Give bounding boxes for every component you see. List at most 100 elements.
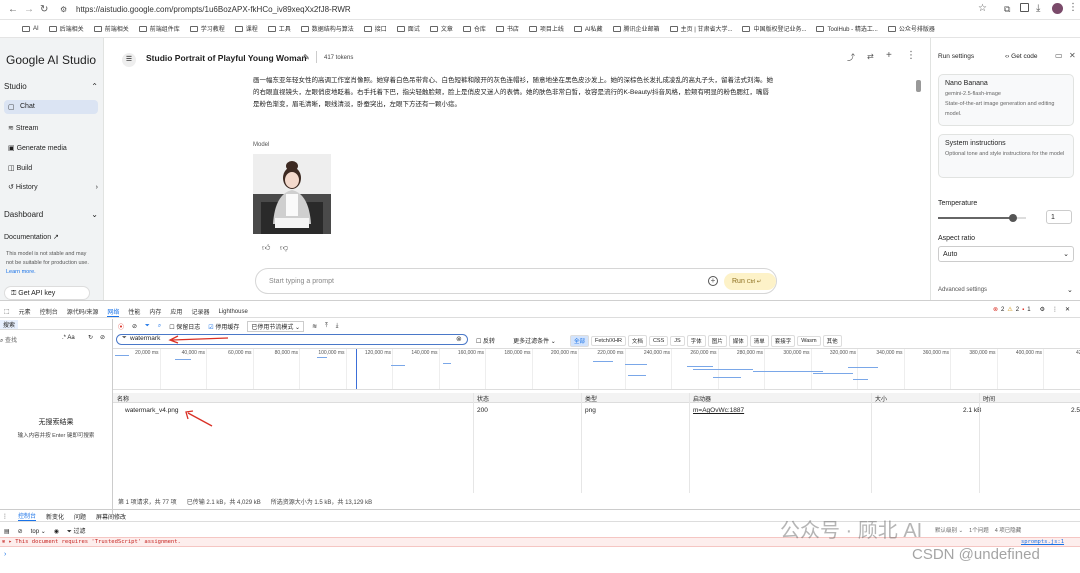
devtools-tab[interactable]: 控制台 bbox=[40, 307, 58, 316]
disable-cache-checkbox[interactable]: ☑ 停用缓存 bbox=[208, 322, 239, 331]
chat-bubble-icon[interactable]: ▭ bbox=[1055, 51, 1063, 60]
sidebar-item-build[interactable]: ◫ Build bbox=[8, 164, 32, 172]
column-header[interactable]: 大小 bbox=[875, 394, 887, 403]
type-filter-chip[interactable]: JS bbox=[670, 336, 685, 346]
record-icon[interactable]: ⦿ bbox=[118, 322, 124, 331]
invert-checkbox[interactable]: ☐ 反转 bbox=[476, 336, 495, 345]
bookmark-item[interactable]: 前端组件库 bbox=[138, 24, 180, 33]
throttle-select[interactable]: 已停用节流模式 ⌄ bbox=[247, 321, 305, 332]
devtools-tab[interactable]: 内存 bbox=[149, 307, 161, 316]
devtools-tab[interactable]: 网络 bbox=[107, 307, 120, 317]
sidebar-item-history[interactable]: ↺ History › bbox=[8, 183, 98, 192]
filter-icon[interactable]: ⏷ 过滤 bbox=[67, 526, 85, 536]
scrollbar-thumb[interactable] bbox=[916, 80, 921, 92]
get-api-key-button[interactable]: ⚿ Get API key bbox=[4, 286, 90, 300]
console-prompt[interactable]: › bbox=[4, 551, 6, 558]
devtools-counters[interactable]: ⊗ 2 ⚠ 2 ▪ 1 ⚙ ⋮ ✕ bbox=[993, 306, 1070, 314]
type-filter-chip[interactable]: 文档 bbox=[627, 335, 647, 347]
sidepanel-icon[interactable] bbox=[1020, 3, 1029, 12]
eye-icon[interactable]: ◉ bbox=[54, 528, 59, 535]
bookmark-item[interactable]: 书店 bbox=[495, 24, 519, 33]
bookmark-item[interactable]: 面试 bbox=[396, 24, 420, 33]
type-filter-chip[interactable]: 其他 bbox=[822, 335, 842, 347]
bookmark-item[interactable]: 后端相关 bbox=[48, 24, 84, 33]
console-source-link[interactable]: sprompts.js:1 bbox=[1021, 539, 1064, 545]
type-filter-chip[interactable]: 套接字 bbox=[770, 335, 796, 347]
type-filter-chip[interactable]: 字体 bbox=[686, 335, 706, 347]
close-icon[interactable]: ✕ bbox=[1069, 51, 1076, 60]
bookmark-item[interactable]: AI私藏 bbox=[573, 24, 603, 33]
edit-title-icon[interactable]: ✎ bbox=[303, 53, 310, 62]
add-media-icon[interactable]: + bbox=[708, 276, 718, 286]
aspect-ratio-select[interactable]: Auto ⌄ bbox=[938, 246, 1074, 262]
site-info-icon[interactable]: ⚙ bbox=[60, 5, 67, 14]
clear-log-icon[interactable]: ⊘ bbox=[132, 323, 137, 330]
wifi-icon[interactable]: ≋ bbox=[312, 323, 317, 330]
thumbs-down-icon[interactable]: 👎︎ bbox=[280, 243, 288, 253]
devtools-tab[interactable]: 应用 bbox=[170, 307, 182, 316]
address-bar[interactable]: https://aistudio.google.com/prompts/1u6B… bbox=[76, 5, 351, 14]
temperature-slider-thumb[interactable] bbox=[1008, 214, 1017, 222]
devtools-tab[interactable]: 记录器 bbox=[191, 307, 209, 316]
type-filter-chip[interactable]: CSS bbox=[648, 336, 669, 346]
bookmark-item[interactable]: 数据结构与算法 bbox=[300, 24, 354, 33]
learn-more-link[interactable]: Learn more. bbox=[6, 269, 36, 275]
thumbs-up-icon[interactable]: 👍︎ bbox=[262, 243, 270, 253]
search-icon[interactable]: ⌕ bbox=[158, 323, 161, 330]
type-filter-chip[interactable]: 清单 bbox=[749, 335, 769, 347]
sidebar-toggle-icon[interactable]: ▤ bbox=[4, 528, 10, 535]
star-icon[interactable]: ☆ bbox=[978, 3, 987, 14]
type-filter-chip[interactable]: Wasm bbox=[797, 336, 821, 346]
export-icon[interactable]: ⤓ bbox=[336, 323, 339, 330]
sidebar-item-chat[interactable]: ▢ Chat bbox=[4, 100, 98, 114]
prompt-input[interactable]: Start typing a prompt + Run Ctrl ↵ bbox=[255, 268, 777, 294]
bookmark-item[interactable]: 学习教程 bbox=[189, 24, 225, 33]
column-header[interactable]: 名称 bbox=[117, 394, 129, 403]
devtools-tab[interactable]: 源代码/来源 bbox=[67, 307, 99, 316]
new-chat-icon[interactable]: + bbox=[886, 50, 892, 61]
bookmark-item[interactable]: 课程 bbox=[234, 24, 258, 33]
studio-section[interactable]: Studio ⌃ bbox=[4, 82, 98, 91]
devtools-tab[interactable]: 性能 bbox=[128, 307, 140, 316]
compare-icon[interactable]: ⇄ bbox=[867, 52, 874, 61]
column-header[interactable]: 状态 bbox=[477, 394, 489, 403]
menu-icon[interactable]: ⋮ bbox=[1068, 2, 1078, 13]
table-row[interactable]: watermark_v4.png 200 png m=AgOvWc:1887 2.1 k… bbox=[113, 405, 1080, 417]
more-icon[interactable]: ⋮ bbox=[1052, 306, 1058, 313]
type-filter-chip[interactable]: Fetch/XHR bbox=[591, 336, 626, 346]
inspect-icon[interactable]: ⬚ bbox=[4, 308, 10, 315]
more-filters-select[interactable]: 更多过滤条件 ⌄ bbox=[513, 336, 556, 345]
toggle-sidebar-icon[interactable]: ☰ bbox=[122, 53, 136, 67]
import-icon[interactable]: ⤒ bbox=[325, 323, 328, 330]
forward-icon[interactable]: → bbox=[24, 4, 34, 15]
bookmark-item[interactable]: 仓库 bbox=[462, 24, 486, 33]
documentation-link[interactable]: Documentation ↗ bbox=[4, 233, 59, 241]
column-header[interactable]: 启动器 bbox=[693, 394, 711, 403]
regex-icon[interactable]: .* Aa bbox=[62, 335, 75, 341]
download-icon[interactable]: ⤓ bbox=[1036, 3, 1040, 14]
clear-console-icon[interactable]: ⊘ bbox=[18, 528, 23, 535]
column-header[interactable]: 类型 bbox=[585, 394, 597, 403]
model-selector-card[interactable]: Nano Banana gemini-2.5-flash-image State… bbox=[938, 74, 1074, 126]
column-header[interactable]: 时间 bbox=[983, 394, 995, 403]
sidebar-item-generate-media[interactable]: ▣ Generate media bbox=[8, 144, 67, 152]
devtools-tab[interactable]: 元素 bbox=[19, 307, 31, 316]
share-icon[interactable]: ⤴ bbox=[847, 52, 855, 63]
drawer-tab[interactable]: 屏幕间修改 bbox=[96, 512, 126, 521]
run-button[interactable]: Run Ctrl ↵ bbox=[724, 273, 776, 290]
filter-icon[interactable]: ⏷ bbox=[145, 323, 150, 330]
drawer-tab[interactable]: 控制台 bbox=[18, 511, 37, 521]
bookmark-item[interactable]: 接口 bbox=[363, 24, 387, 33]
settings-icon[interactable]: ⚙ bbox=[1040, 306, 1045, 313]
profile-avatar[interactable] bbox=[1052, 3, 1063, 14]
type-filter-chip[interactable]: 图片 bbox=[707, 335, 727, 347]
back-icon[interactable]: ← bbox=[8, 4, 18, 15]
context-select[interactable]: top ⌄ bbox=[31, 528, 46, 535]
drawer-tab[interactable]: 问题 bbox=[74, 512, 86, 521]
devtools-tab[interactable]: Lighthouse bbox=[218, 309, 247, 315]
issues-count[interactable]: 1个问题 bbox=[969, 526, 989, 534]
get-code-button[interactable]: ‹› Get code bbox=[1005, 53, 1038, 60]
network-overview[interactable]: 20,000 ms 40,000 ms 60,000 ms 80,000 ms 100,… bbox=[113, 348, 1080, 390]
bookmark-item[interactable]: 工具 bbox=[267, 24, 291, 33]
clear-filter-icon[interactable]: ⊗ bbox=[456, 335, 462, 343]
